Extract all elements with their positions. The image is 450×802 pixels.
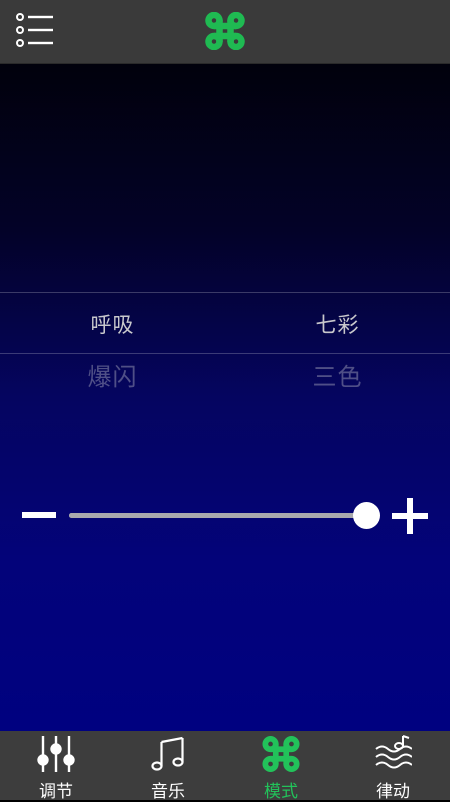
color-selected[interactable]: 七彩 xyxy=(225,309,450,339)
slider-fill xyxy=(69,513,366,518)
tab-label: 模式 xyxy=(264,782,298,802)
tab-music[interactable]: 音乐 xyxy=(112,731,224,802)
plus-icon[interactable] xyxy=(392,498,428,534)
color-next[interactable]: 三色 xyxy=(225,357,450,392)
top-app-bar xyxy=(0,0,450,64)
effect-selected[interactable]: 呼吸 xyxy=(0,309,225,339)
tab-mode[interactable]: 模式 xyxy=(225,731,337,802)
effect-wheel[interactable]: 呼吸 爆闪 xyxy=(0,292,225,402)
waves-note-icon xyxy=(375,735,412,769)
slider-thumb[interactable] xyxy=(352,502,380,529)
command-loop-icon xyxy=(205,12,245,50)
bottom-tab-bar: 调节 音乐 模式 律动 xyxy=(0,731,450,802)
tab-label: 律动 xyxy=(376,782,410,802)
mode-panel: 呼吸 爆闪 七彩 三色 xyxy=(0,64,450,731)
equalizer-sliders-icon xyxy=(37,736,75,772)
minus-icon[interactable] xyxy=(22,512,56,518)
tab-label: 调节 xyxy=(39,782,73,802)
list-menu-icon[interactable] xyxy=(14,12,56,50)
tab-rhythm[interactable]: 律动 xyxy=(337,731,449,802)
color-wheel[interactable]: 七彩 三色 xyxy=(225,292,450,402)
command-loop-icon xyxy=(262,735,300,773)
speed-slider-row xyxy=(0,494,450,538)
music-note-icon xyxy=(151,736,184,771)
speed-slider[interactable] xyxy=(69,513,366,518)
effect-next[interactable]: 爆闪 xyxy=(0,357,225,392)
tab-adjust[interactable]: 调节 xyxy=(0,731,112,802)
tab-label: 音乐 xyxy=(151,782,185,802)
mode-picker[interactable]: 呼吸 爆闪 七彩 三色 xyxy=(0,292,450,402)
